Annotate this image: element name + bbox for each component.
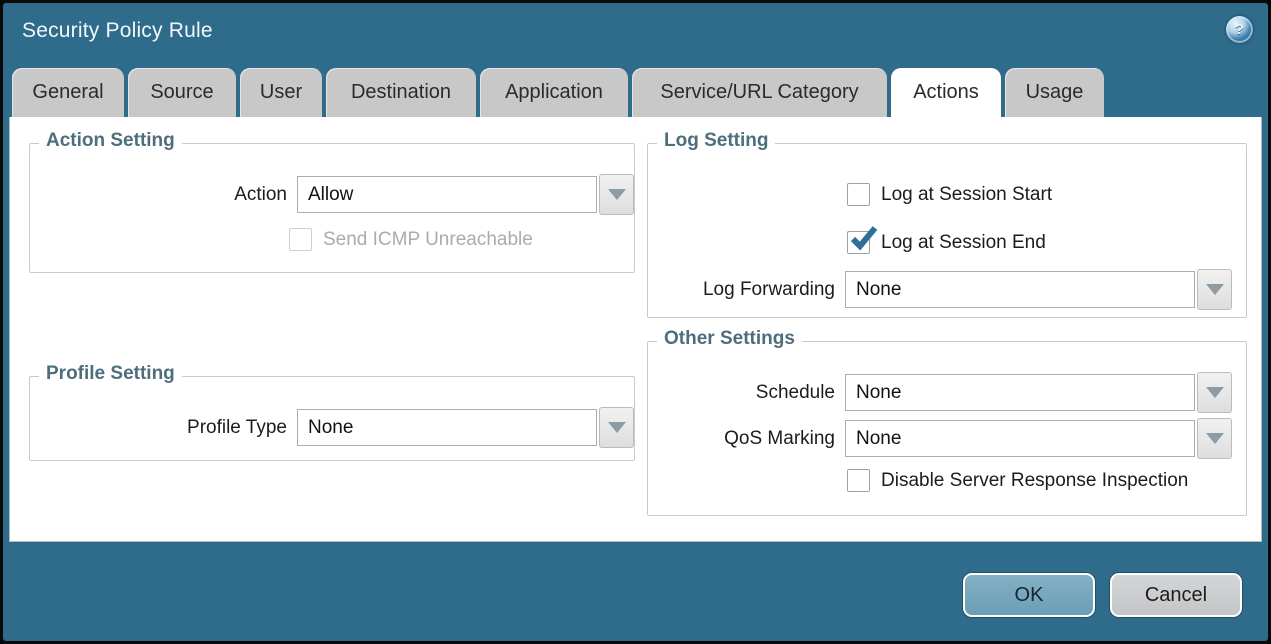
profile-type-dropdown-value[interactable]: None — [297, 409, 597, 446]
security-policy-rule-dialog: Security Policy Rule ? General Source Us… — [0, 0, 1271, 644]
schedule-label: Schedule — [648, 382, 845, 404]
tab-usage[interactable]: Usage — [1005, 68, 1104, 117]
tab-source[interactable]: Source — [128, 68, 236, 117]
action-label: Action — [40, 184, 297, 206]
other-settings-legend: Other Settings — [657, 328, 802, 350]
log-setting-legend: Log Setting — [657, 130, 775, 152]
schedule-dropdown: None — [845, 372, 1232, 413]
log-at-session-end-checkbox[interactable] — [847, 231, 870, 254]
chevron-down-icon — [1206, 284, 1224, 295]
log-at-session-end-label: Log at Session End — [881, 232, 1046, 254]
profile-type-label: Profile Type — [40, 417, 297, 439]
send-icmp-unreachable-label: Send ICMP Unreachable — [323, 229, 533, 251]
qos-marking-dropdown: None — [845, 418, 1232, 459]
tab-actions[interactable]: Actions — [891, 68, 1001, 117]
chevron-down-icon — [608, 189, 626, 200]
chevron-down-icon — [1206, 433, 1224, 444]
send-icmp-unreachable-checkbox — [289, 228, 312, 251]
profile-setting-legend: Profile Setting — [39, 363, 182, 385]
tab-service-url-category[interactable]: Service/URL Category — [632, 68, 887, 117]
profile-type-dropdown: None — [297, 407, 634, 448]
qos-marking-label: QoS Marking — [648, 428, 845, 450]
help-icon[interactable]: ? — [1226, 16, 1253, 43]
action-dropdown: Allow — [297, 174, 634, 215]
chevron-down-icon — [1206, 387, 1224, 398]
log-setting-group: Log Setting Log at Session Start Log at … — [647, 143, 1247, 318]
log-forwarding-dropdown-button[interactable] — [1197, 269, 1232, 310]
action-setting-group: Action Setting Action Allow Send ICMP Un… — [29, 143, 635, 273]
disable-server-response-inspection-checkbox[interactable] — [847, 469, 870, 492]
log-at-session-start-checkbox[interactable] — [847, 183, 870, 206]
cancel-button[interactable]: Cancel — [1110, 573, 1242, 617]
log-at-session-start-label: Log at Session Start — [881, 184, 1052, 206]
dialog-title: Security Policy Rule — [22, 19, 213, 43]
tab-general[interactable]: General — [12, 68, 124, 117]
tab-application[interactable]: Application — [480, 68, 628, 117]
tab-bar: General Source User Destination Applicat… — [12, 68, 1104, 117]
action-dropdown-button[interactable] — [599, 174, 634, 215]
schedule-dropdown-button[interactable] — [1197, 372, 1232, 413]
schedule-dropdown-value[interactable]: None — [845, 374, 1195, 411]
chevron-down-icon — [608, 422, 626, 433]
profile-type-dropdown-button[interactable] — [599, 407, 634, 448]
profile-setting-group: Profile Setting Profile Type None — [29, 376, 635, 461]
disable-server-response-inspection-label: Disable Server Response Inspection — [881, 470, 1188, 492]
tab-user[interactable]: User — [240, 68, 322, 117]
tab-destination[interactable]: Destination — [326, 68, 476, 117]
tab-content-panel: Action Setting Action Allow Send ICMP Un… — [9, 117, 1262, 542]
qos-marking-dropdown-button[interactable] — [1197, 418, 1232, 459]
log-forwarding-label: Log Forwarding — [648, 279, 845, 301]
other-settings-group: Other Settings Schedule None QoS Marking… — [647, 341, 1247, 516]
log-forwarding-dropdown-value[interactable]: None — [845, 271, 1195, 308]
qos-marking-dropdown-value[interactable]: None — [845, 420, 1195, 457]
action-setting-legend: Action Setting — [39, 130, 182, 152]
ok-button[interactable]: OK — [963, 573, 1095, 617]
action-dropdown-value[interactable]: Allow — [297, 176, 597, 213]
log-forwarding-dropdown: None — [845, 269, 1232, 310]
